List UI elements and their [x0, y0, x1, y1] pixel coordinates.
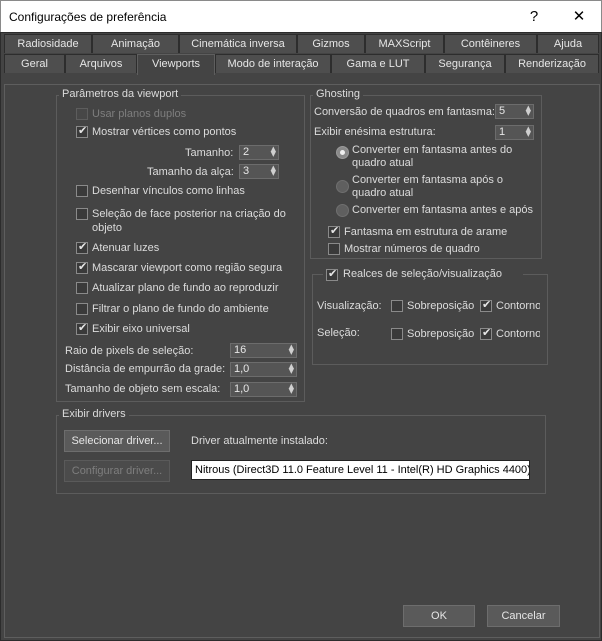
selection-overlay-checkbox[interactable]: [391, 328, 403, 340]
ok-button[interactable]: OK: [403, 605, 475, 627]
attenuate-lights-label: Atenuar luzes: [92, 242, 160, 254]
close-icon[interactable]: ✕: [562, 5, 596, 29]
ghost-before-radio[interactable]: [336, 146, 349, 159]
vertex-dots-checkbox[interactable]: [76, 124, 88, 138]
handle-size-label: Tamanho da alça:: [147, 166, 234, 178]
ghost-frames-label: Conversão de quadros em fantasma:: [314, 106, 495, 118]
tab-animation[interactable]: Animação: [92, 34, 179, 53]
cancel-button[interactable]: Cancelar: [487, 605, 560, 627]
preview-overlay-label: Sobreposição: [407, 300, 475, 312]
selection-outline-checkbox[interactable]: [480, 326, 492, 340]
preview-outline-checkbox[interactable]: [480, 298, 492, 312]
tab-radiosity[interactable]: Radiosidade: [4, 34, 92, 53]
non-scaling-label: Tamanho de objeto sem escala:: [65, 383, 221, 395]
size-label: Tamanho:: [185, 147, 234, 159]
selection-overlay-label: Sobreposição: [407, 328, 475, 340]
mask-viewport-checkbox[interactable]: [76, 260, 88, 274]
tab-inverse-kinematics[interactable]: Cinemática inversa: [179, 34, 297, 53]
links-as-lines-label: Desenhar vínculos como linhas: [92, 185, 245, 197]
ghosting-title: Ghosting: [313, 88, 364, 100]
configure-driver-button[interactable]: Configurar driver...: [64, 460, 170, 482]
preview-overlay-checkbox[interactable]: [391, 300, 403, 312]
attenuate-lights-checkbox[interactable]: [76, 240, 88, 254]
grid-nudge-spinner[interactable]: 1,0 ▲ ▼: [230, 362, 297, 377]
frame-numbers-label: Mostrar números de quadro: [344, 243, 480, 255]
update-bg-checkbox[interactable]: [76, 282, 88, 294]
tab-viewports[interactable]: Viewports: [137, 54, 215, 75]
selection-label: Seleção:: [317, 327, 360, 339]
grid-nudge-label: Distância de empurrão da grade:: [65, 363, 226, 375]
dialog-body: Radiosidade Animação Cinemática inversa …: [0, 32, 602, 641]
world-axis-checkbox[interactable]: [76, 321, 88, 335]
ghost-both-radio[interactable]: [336, 204, 349, 217]
ghost-frames-spinner[interactable]: 5 ▲ ▼: [495, 104, 534, 119]
vertex-dots-label: Mostrar vértices como pontos: [92, 126, 237, 138]
selection-outline-label: Contorno: [496, 328, 540, 340]
links-as-lines-checkbox[interactable]: [76, 185, 88, 197]
ghost-both-label: Converter em fantasma antes e após: [352, 204, 533, 216]
preview-label: Visualização:: [317, 300, 382, 312]
handle-size-spinner[interactable]: 3 ▲ ▼: [239, 164, 279, 179]
tab-rendering[interactable]: Renderização: [505, 54, 599, 73]
drivers-title: Exibir drivers: [59, 408, 129, 420]
tab-security[interactable]: Segurança: [425, 54, 505, 73]
ghost-before-label: Converter em fantasma antes do quadro at…: [352, 144, 513, 169]
filter-bg-label: Filtrar o plano de fundo do ambiente: [92, 303, 269, 315]
viewport-params-title: Parâmetros da viewport: [59, 88, 182, 100]
highlights-checkbox[interactable]: [326, 267, 338, 281]
highlights-title: Realces de seleção/visualização: [343, 268, 502, 280]
dual-planes-label: Usar planos duplos: [92, 108, 187, 120]
update-bg-label: Atualizar plano de fundo ao reproduzir: [92, 282, 279, 294]
select-driver-button[interactable]: Selecionar driver...: [64, 430, 170, 452]
tab-files[interactable]: Arquivos: [65, 54, 137, 73]
pick-radius-spinner[interactable]: 16 ▲ ▼: [230, 343, 297, 358]
wireframe-ghost-label: Fantasma em estrutura de arame: [344, 226, 508, 238]
tab-maxscript[interactable]: MAXScript: [365, 34, 444, 53]
ghost-after-label: Converter em fantasma após o quadro atua…: [352, 174, 504, 199]
window-title: Configurações de preferência: [9, 10, 167, 24]
world-axis-label: Exibir eixo universal: [92, 323, 190, 335]
non-scaling-spinner[interactable]: 1,0 ▲ ▼: [230, 382, 297, 397]
wireframe-ghost-checkbox[interactable]: [328, 224, 340, 238]
nth-frame-spinner[interactable]: 1 ▲ ▼: [495, 125, 534, 140]
tab-help[interactable]: Ajuda: [537, 34, 599, 53]
filter-bg-checkbox[interactable]: [76, 303, 88, 315]
installed-driver-field: Nitrous (Direct3D 11.0 Feature Level 11 …: [191, 460, 530, 480]
installed-driver-label: Driver atualmente instalado:: [191, 435, 328, 447]
mask-viewport-label: Mascarar viewport como região segura: [92, 262, 283, 274]
tab-interaction-mode[interactable]: Modo de interação: [215, 54, 331, 73]
size-spinner[interactable]: 2 ▲ ▼: [239, 145, 279, 160]
backface-cull-label: Seleção de face posterior na criação do …: [92, 208, 286, 234]
dual-planes-checkbox[interactable]: [76, 108, 88, 120]
help-icon[interactable]: ?: [517, 5, 551, 29]
backface-cull-checkbox[interactable]: [76, 208, 88, 220]
drivers-group: [56, 415, 546, 494]
tab-gamma-lut[interactable]: Gama e LUT: [331, 54, 425, 73]
tab-containers[interactable]: Contêineres: [444, 34, 537, 53]
nth-frame-label: Exibir enésima estrutura:: [314, 126, 436, 138]
tab-gizmos[interactable]: Gizmos: [297, 34, 365, 53]
title-bar: Configurações de preferência ? ✕: [0, 0, 602, 32]
preview-outline-label: Contorno: [496, 300, 540, 312]
ghost-after-radio[interactable]: [336, 180, 349, 193]
pick-radius-label: Raio de pixels de seleção:: [65, 345, 194, 357]
highlights-group: [312, 274, 548, 365]
frame-numbers-checkbox[interactable]: [328, 243, 340, 255]
tab-general[interactable]: Geral: [4, 54, 65, 73]
